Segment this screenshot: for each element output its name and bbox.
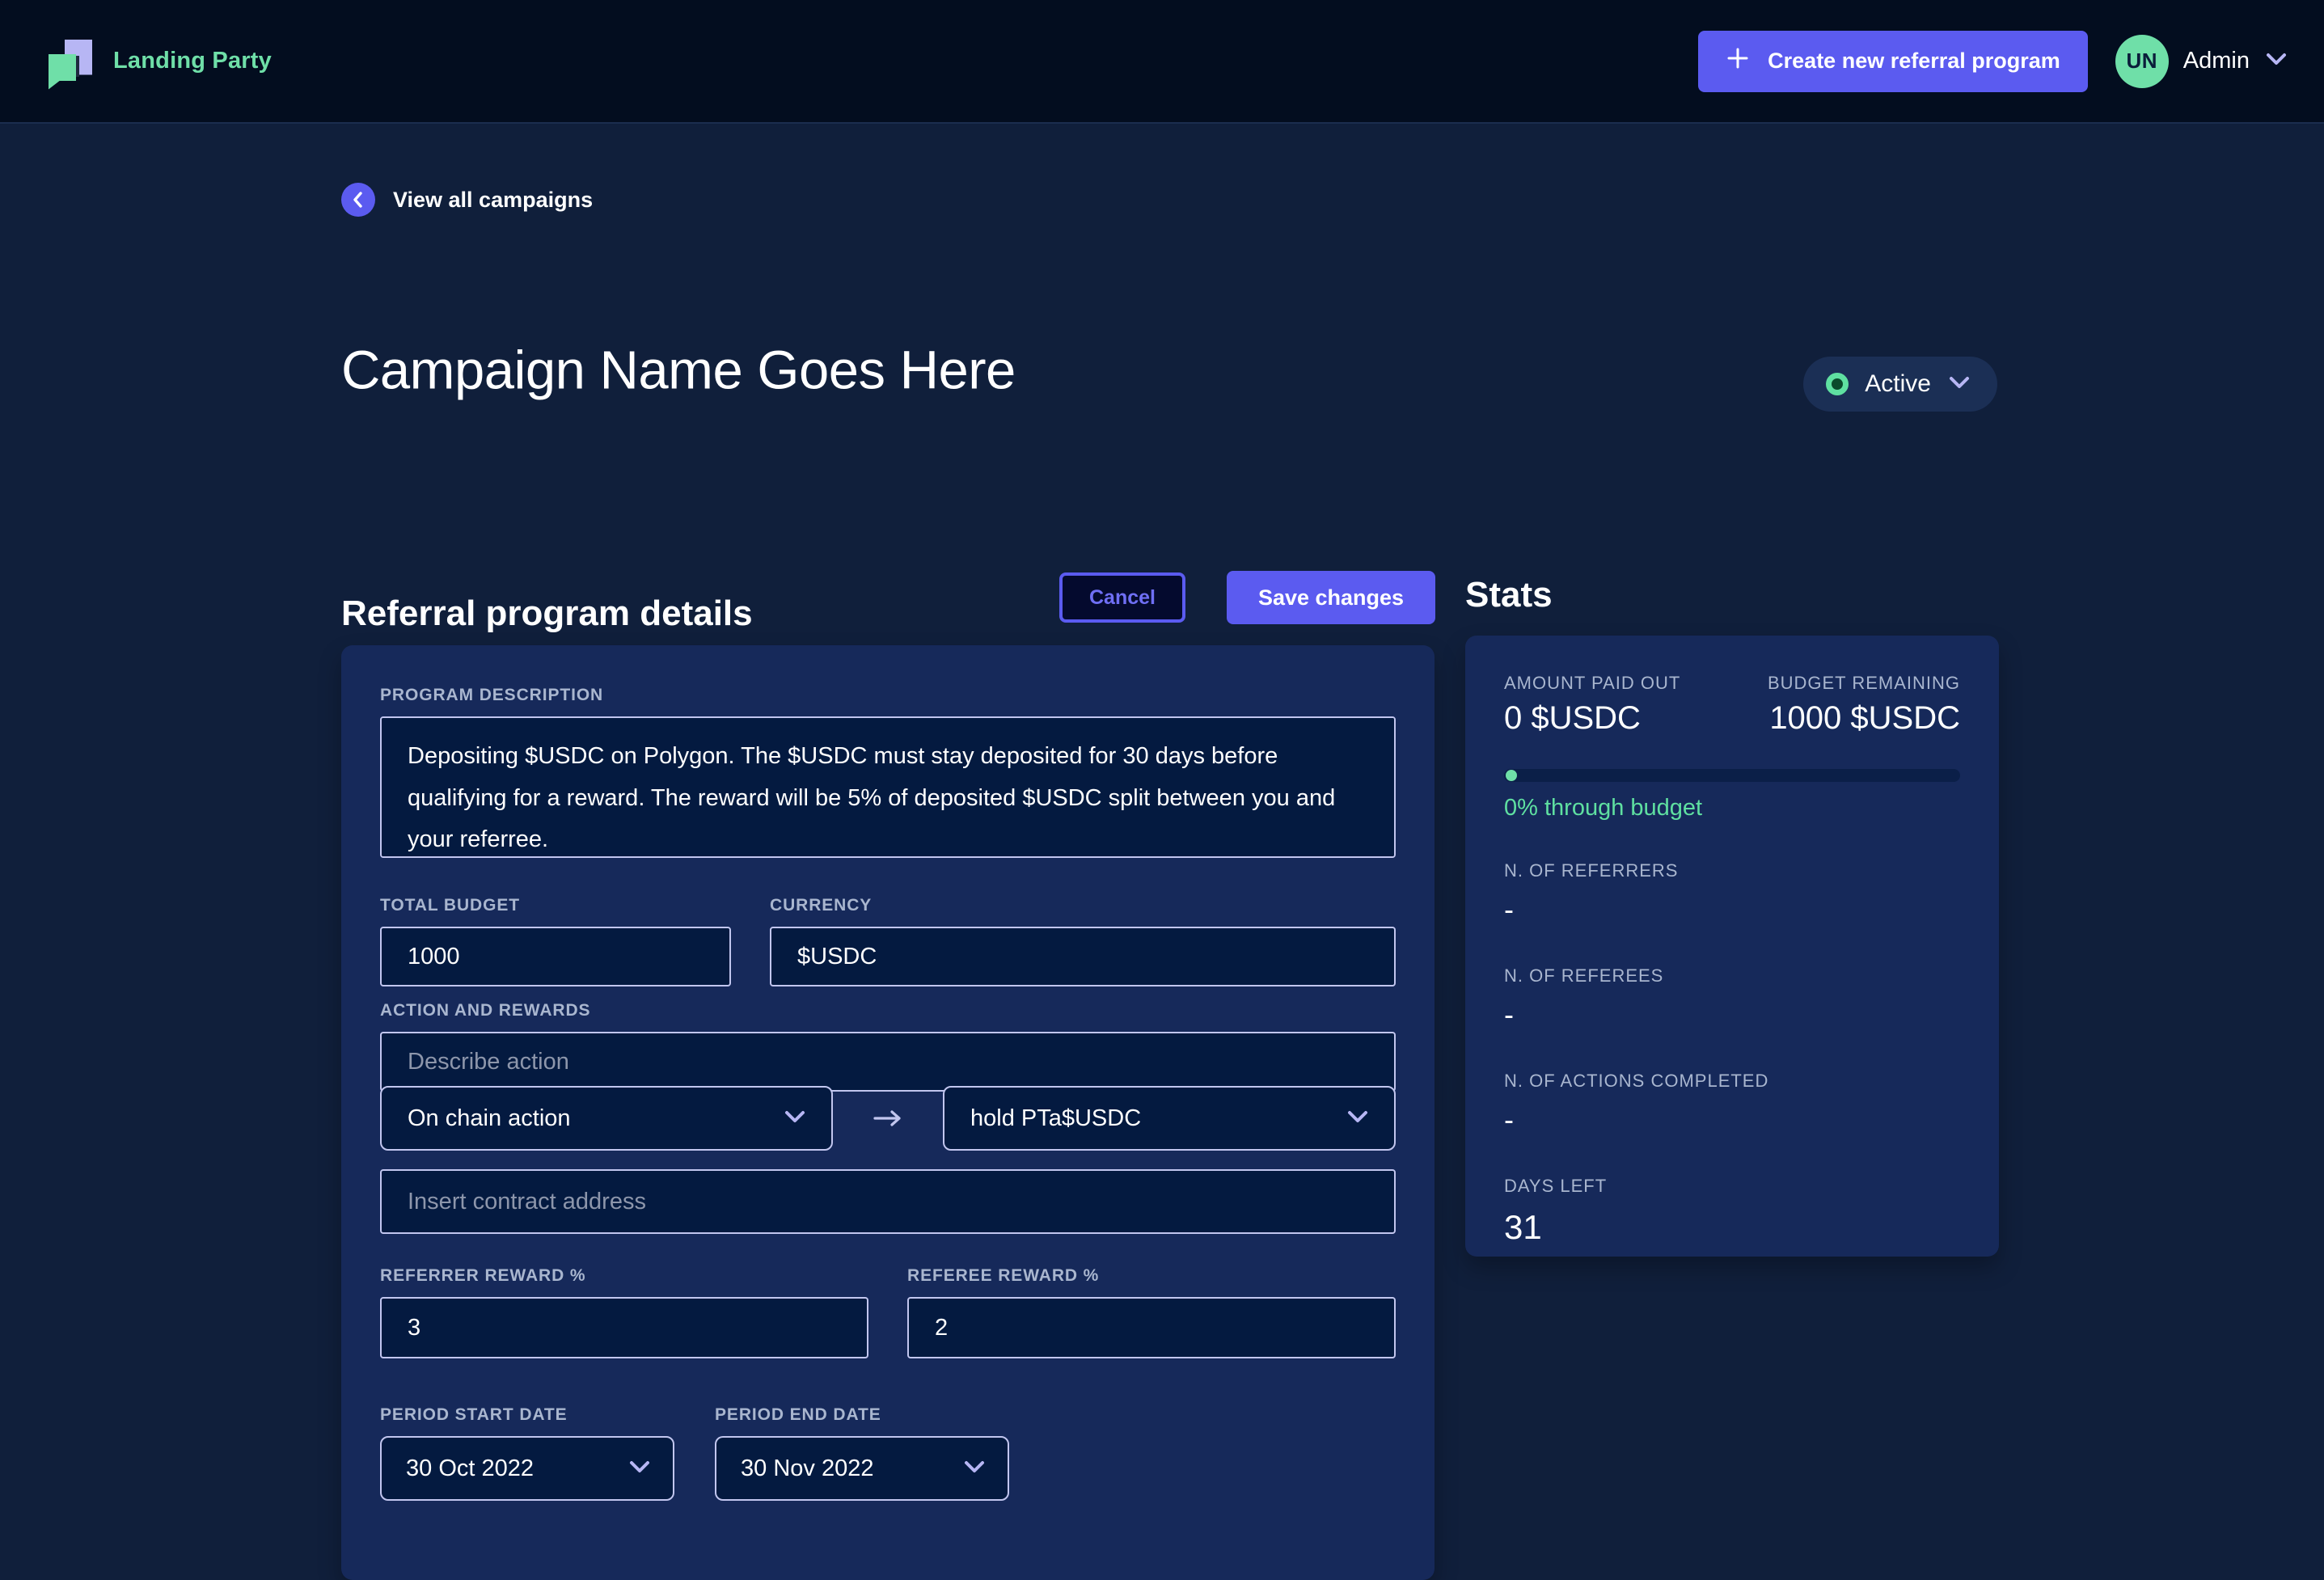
plus-icon (1726, 46, 1750, 76)
create-button-label: Create new referral program (1768, 49, 2060, 73)
page-title: Campaign Name Goes Here (341, 340, 1016, 401)
referee-reward-label: Referee reward % (907, 1266, 1100, 1285)
stat-days-left: Days left 31 (1504, 1176, 1960, 1247)
chevron-down-icon (962, 1455, 987, 1482)
status-ring-icon (1826, 373, 1849, 395)
brand-logo[interactable]: Landing Party (45, 36, 272, 90)
chevron-down-icon[interactable] (2264, 50, 2288, 72)
total-budget-label: Total budget (380, 896, 520, 915)
arrow-right-icon (833, 1106, 943, 1130)
budget-remaining-label: Budget remaining (1767, 673, 1960, 693)
brand-name: Landing Party (113, 48, 272, 74)
top-bar: Landing Party Create new referral progra… (0, 0, 2324, 124)
create-new-referral-program-button[interactable]: Create new referral program (1698, 30, 2088, 92)
referee-reward-field: Referee reward % (907, 1266, 1396, 1358)
action-target-select[interactable]: hold PTa$USDC (943, 1086, 1396, 1151)
contract-address-input[interactable] (380, 1169, 1396, 1234)
referral-program-details-card: Program description Total budget Currenc… (341, 645, 1435, 1580)
action-type-value: On chain action (408, 1105, 571, 1131)
topbar-actions: Create new referral program UN Admin (1698, 30, 2288, 92)
stat-n-of-referees: N. of referees - (1504, 965, 1960, 1032)
total-budget-input[interactable] (380, 927, 731, 986)
referee-reward-input[interactable] (907, 1297, 1396, 1358)
stat-label: N. of referees (1504, 965, 1664, 986)
action-target-value: hold PTa$USDC (970, 1105, 1142, 1131)
cancel-button[interactable]: Cancel (1059, 572, 1185, 623)
period-end-date-label: Period end date (715, 1405, 881, 1424)
currency-input[interactable] (770, 927, 1396, 986)
chevron-down-icon (1947, 374, 1971, 395)
contract-address-field (380, 1169, 1396, 1234)
period-end-date-value: 30 Nov 2022 (741, 1455, 874, 1481)
referrer-reward-field: Referrer reward % (380, 1266, 868, 1358)
total-budget-field: Total budget (380, 896, 731, 986)
user-menu[interactable]: UN Admin (2115, 34, 2288, 88)
chevron-down-icon (783, 1105, 807, 1132)
program-description-textarea[interactable] (380, 716, 1396, 858)
stats-title: Stats (1465, 575, 1553, 615)
action-type-select[interactable]: On chain action (380, 1086, 833, 1151)
save-changes-button[interactable]: Save changes (1227, 571, 1435, 624)
period-end-date-select[interactable]: 30 Nov 2022 (715, 1436, 1009, 1501)
status-dropdown[interactable]: Active (1803, 357, 1997, 412)
progress-indicator-dot (1506, 770, 1517, 781)
days-left-value: 31 (1504, 1208, 1542, 1246)
budget-progress-label: 0% through budget (1504, 795, 1703, 821)
period-end-date-field: Period end date 30 Nov 2022 (715, 1405, 1009, 1501)
currency-field: Currency (770, 896, 1396, 986)
stat-n-of-referrers: N. of referrers - (1504, 860, 1960, 927)
action-and-rewards-field: Action and rewards (380, 1001, 1396, 1092)
stat-n-of-actions-completed: N. of actions completed - (1504, 1071, 1960, 1137)
budget-remaining-value: 1000 $USDC (1769, 700, 1960, 736)
amount-paid-out-label: Amount paid out (1504, 673, 1681, 693)
days-left-label: Days left (1504, 1176, 1608, 1196)
chevron-down-icon (627, 1455, 652, 1482)
avatar: UN (2115, 34, 2169, 88)
program-description-field: Program description (380, 686, 1396, 862)
referral-program-details-title: Referral program details (341, 594, 753, 633)
user-name: Admin (2182, 48, 2250, 74)
chevron-left-icon (341, 183, 375, 217)
breadcrumb-label: View all campaigns (393, 187, 594, 212)
amount-paid-out-value: 0 $USDC (1504, 700, 1641, 736)
period-start-date-label: Period start date (380, 1405, 568, 1424)
period-start-date-select[interactable]: 30 Oct 2022 (380, 1436, 674, 1501)
period-start-date-value: 30 Oct 2022 (406, 1455, 534, 1481)
stat-value: - (1504, 998, 1514, 1031)
action-selectors-row: On chain action hold PTa$USDC (380, 1086, 1396, 1151)
stats-card: Amount paid out 0 $USDC Budget remaining… (1465, 636, 1999, 1257)
status-label: Active (1865, 370, 1931, 397)
action-and-rewards-label: Action and rewards (380, 1001, 591, 1020)
program-description-label: Program description (380, 686, 604, 704)
stat-value: - (1504, 893, 1514, 926)
referrer-reward-input[interactable] (380, 1297, 868, 1358)
stat-value: - (1504, 1103, 1514, 1136)
chat-bubbles-logo-icon (45, 36, 95, 90)
amount-paid-out-stat: Amount paid out 0 $USDC (1504, 673, 1680, 737)
breadcrumb-view-all-campaigns[interactable]: View all campaigns (341, 183, 593, 217)
describe-action-input[interactable] (380, 1032, 1396, 1092)
currency-label: Currency (770, 896, 873, 915)
budget-progress-bar (1504, 769, 1960, 782)
stats-summary-row: Amount paid out 0 $USDC Budget remaining… (1504, 673, 1960, 737)
stat-label: N. of referrers (1504, 860, 1679, 881)
period-start-date-field: Period start date 30 Oct 2022 (380, 1405, 674, 1501)
referrer-reward-label: Referrer reward % (380, 1266, 586, 1285)
page-body: View all campaigns Campaign Name Goes He… (0, 124, 2324, 1580)
chevron-down-icon (1346, 1105, 1370, 1132)
budget-remaining-stat: Budget remaining 1000 $USDC (1768, 673, 1960, 737)
stat-label: N. of actions completed (1504, 1071, 1769, 1091)
